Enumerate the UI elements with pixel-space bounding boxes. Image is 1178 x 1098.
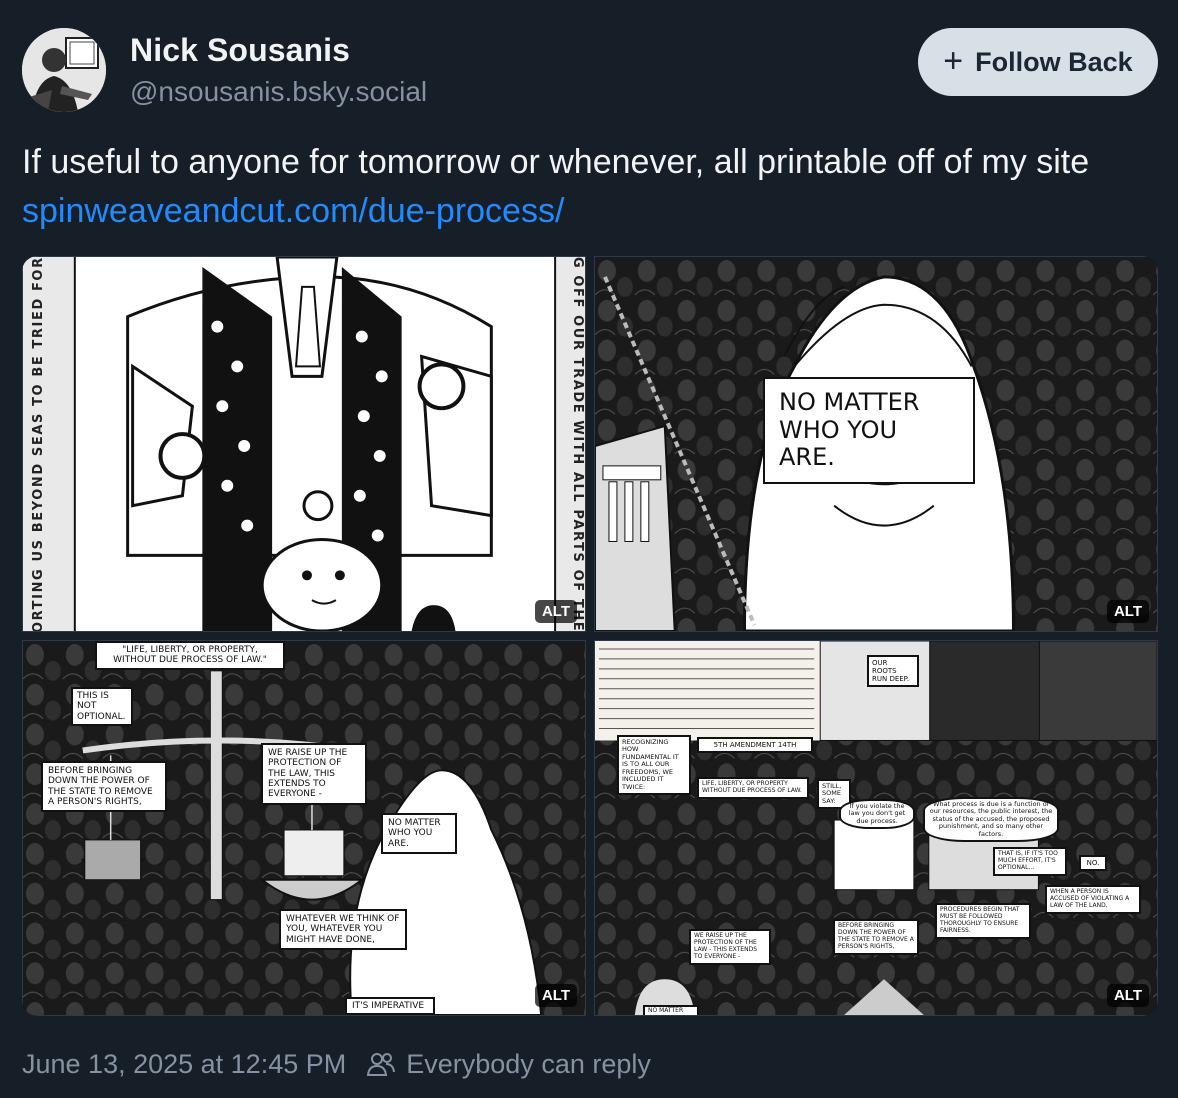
caption-we-raise: WE RAISE UP THE PROTECTION OF THE LAW, T… <box>261 743 367 805</box>
post-thread-item: Nick Sousanis @nsousanis.bsky.social + F… <box>0 0 1178 1098</box>
caption-before-small: BEFORE BRINGING DOWN THE POWER OF THE ST… <box>833 919 919 955</box>
reply-setting[interactable]: Everybody can reply <box>366 1049 651 1080</box>
caption-accused: WHEN A PERSON IS ACCUSED OF VIOLATING A … <box>1045 885 1141 914</box>
caption-no-matter-tiny: NO MATTER <box>643 1005 699 1015</box>
caption-no-matter: NO MATTER WHO YOU ARE. <box>763 377 975 484</box>
caption-process: What process is due is a function of our… <box>923 797 1059 843</box>
card-illustration <box>23 257 585 631</box>
caption-procedures: PROCEDURES BEGIN THAT MUST BE FOLLOWED T… <box>935 903 1031 939</box>
post-body-text: If useful to anyone for tomorrow or when… <box>22 143 1090 181</box>
follow-back-label: Follow Back <box>975 46 1133 77</box>
author-handle[interactable]: @nsousanis.bsky.social <box>130 76 427 108</box>
caption-not-optional: THIS IS NOT OPTIONAL. <box>71 687 133 727</box>
card-side-text-left: ORTING US BEYOND SEAS TO BE TRIED FOR PR… <box>31 257 46 632</box>
image-card-jack[interactable]: ORTING US BEYOND SEAS TO BE TRIED FOR PR… <box>22 256 586 632</box>
post-footer: June 13, 2025 at 12:45 PM Everybody can … <box>22 1046 651 1082</box>
caption-no-matter-small: NO MATTER WHO YOU ARE. <box>381 813 457 855</box>
caption-our-roots: OUR ROOTS RUN DEEP. <box>867 655 919 688</box>
caption-recognizing: RECOGNIZING HOW FUNDAMENTAL IT IS TO ALL… <box>617 735 691 796</box>
alt-badge[interactable]: ALT <box>1106 600 1149 623</box>
follow-back-button[interactable]: + Follow Back <box>918 28 1158 96</box>
caption-imperative: IT'S IMPERATIVE <box>345 997 435 1015</box>
caption-life-liberty-small: LIFE, LIBERTY, OR PROPERTY WITHOUT DUE P… <box>697 777 809 799</box>
caption-we-raise-small: WE RAISE UP THE PROTECTION OF THE LAW - … <box>689 929 771 965</box>
caption-no: NO. <box>1079 855 1107 872</box>
image-grid: ORTING US BEYOND SEAS TO BE TRIED FOR PR… <box>22 256 1158 1016</box>
caption-before-bringing: BEFORE BRINGING DOWN THE POWER OF THE ST… <box>41 761 167 813</box>
caption-effort: THAT IS, IF IT'S TOO MUCH EFFORT, IT'S O… <box>993 847 1067 876</box>
people-icon <box>367 1053 396 1076</box>
post-text: If useful to anyone for tomorrow or when… <box>22 138 1152 236</box>
card-side-text-right: G OFF OUR TRADE WITH ALL PARTS OF THE <box>570 257 585 632</box>
image-lady-justice[interactable]: NO MATTER WHO YOU ARE. ALT <box>594 256 1158 632</box>
plus-icon: + <box>943 41 964 80</box>
caption-amendment: 5TH AMENDMENT 14TH <box>697 737 813 754</box>
alt-badge[interactable]: ALT <box>534 600 577 623</box>
caption-whatever: WHATEVER WE THINK OF YOU, WHATEVER YOU M… <box>279 909 407 951</box>
avatar-drawing <box>22 28 106 112</box>
image-full-spread[interactable]: OUR ROOTS RUN DEEP. RECOGNIZING HOW FUND… <box>594 640 1158 1016</box>
alt-badge[interactable]: ALT <box>534 984 577 1007</box>
post-link[interactable]: spinweaveandcut.com/due-process/ <box>22 192 564 230</box>
avatar[interactable] <box>22 28 106 112</box>
caption-life-liberty: "LIFE, LIBERTY, OR PROPERTY, WITHOUT DUE… <box>95 641 285 670</box>
alt-badge[interactable]: ALT <box>1106 984 1149 1007</box>
image-scales-page[interactable]: "LIFE, LIBERTY, OR PROPERTY, WITHOUT DUE… <box>22 640 586 1016</box>
reply-setting-label: Everybody can reply <box>406 1048 651 1079</box>
author-display-name[interactable]: Nick Sousanis <box>130 32 350 69</box>
caption-violate: If you violate the law you don't get due… <box>839 799 915 830</box>
post-timestamp[interactable]: June 13, 2025 at 12:45 PM <box>22 1049 346 1080</box>
